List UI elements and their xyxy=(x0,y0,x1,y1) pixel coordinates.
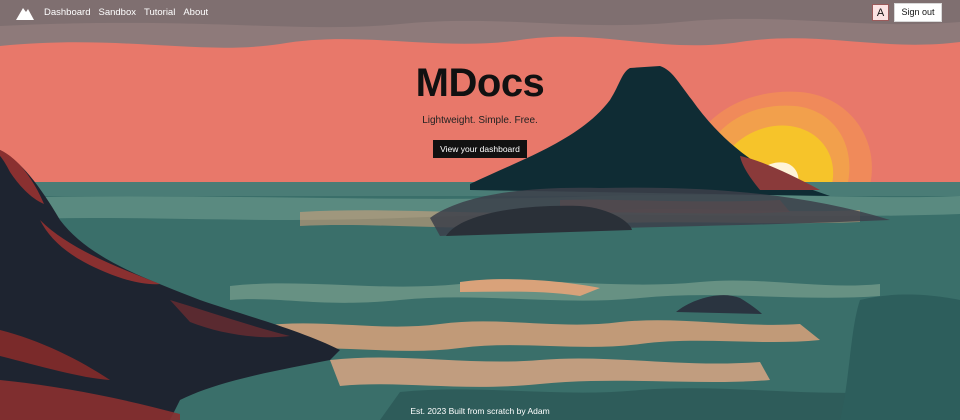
hero-title: MDocs xyxy=(415,61,545,105)
nav-link-about[interactable]: About xyxy=(183,7,208,19)
view-dashboard-button[interactable]: View your dashboard xyxy=(433,140,527,158)
nav-link-tutorial[interactable]: Tutorial xyxy=(144,7,175,19)
hero-subtitle: Lightweight. Simple. Free. xyxy=(422,115,538,126)
top-navbar: Dashboard Sandbox Tutorial About A Sign … xyxy=(0,0,960,26)
nav-link-sandbox[interactable]: Sandbox xyxy=(98,7,136,19)
nav-links: Dashboard Sandbox Tutorial About xyxy=(44,7,208,19)
right-shore-shadow xyxy=(840,294,960,420)
sign-out-button[interactable]: Sign out xyxy=(894,3,942,22)
footer-text: Est. 2023 Built from scratch by Adam xyxy=(410,406,550,416)
nav-link-dashboard[interactable]: Dashboard xyxy=(44,7,90,19)
landing-page: Dashboard Sandbox Tutorial About A Sign … xyxy=(0,0,960,420)
mountain-logo-icon[interactable] xyxy=(16,6,34,20)
user-avatar[interactable]: A xyxy=(872,4,889,21)
